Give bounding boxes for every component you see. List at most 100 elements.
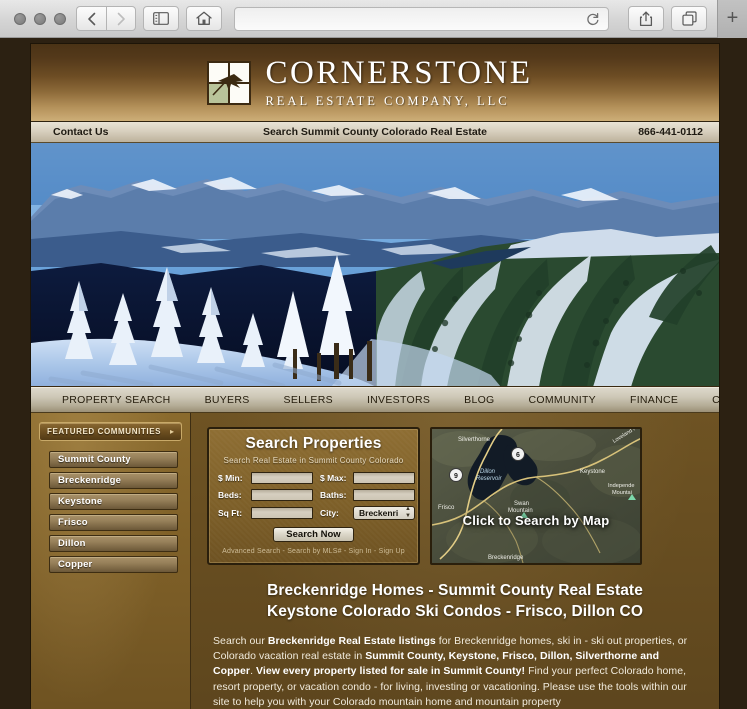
- hero-winter-mountain-photo: [31, 143, 719, 386]
- nav-item-finance[interactable]: FINANCE: [613, 394, 695, 406]
- map-label-keystone: Keystone: [580, 469, 606, 475]
- sidebar-toggle-button[interactable]: [143, 6, 179, 31]
- browser-viewport: CORNERSTONE REAL ESTATE COMPANY, LLC Con…: [0, 38, 747, 709]
- website-container: CORNERSTONE REAL ESTATE COMPANY, LLC Con…: [30, 43, 720, 709]
- top-panels: Search Properties Search Real Estate in …: [207, 427, 703, 565]
- forward-button[interactable]: [106, 6, 136, 31]
- back-chevron-icon: [86, 12, 98, 26]
- nav-item-investors[interactable]: INVESTORS: [350, 394, 447, 406]
- sidebar-item-label: Copper: [58, 559, 93, 570]
- price-min-input[interactable]: [251, 472, 313, 484]
- search-form: $ Min: $ Max: Beds: Baths: Sq Ft: City:: [218, 472, 415, 520]
- share-icon: [639, 11, 653, 27]
- satellite-map-image: 9 6 Silverthorne Dillon Reservoir Keysto…: [432, 429, 640, 563]
- page-body: FEATURED COMMUNITIES ▸ Summit County Bre…: [31, 413, 719, 709]
- navigation-button-group: [76, 6, 136, 31]
- search-by-map-panel[interactable]: 9 6 Silverthorne Dillon Reservoir Keysto…: [430, 427, 642, 565]
- home-button[interactable]: [186, 6, 222, 31]
- browser-toolbar: +: [0, 0, 747, 38]
- search-panel-title: Search Properties: [245, 435, 382, 452]
- page-title-line2: Keystone Colorado Ski Condos - Frisco, D…: [267, 602, 643, 620]
- sidebar-item-label: Dillon: [58, 538, 86, 549]
- search-now-label: Search Now: [286, 529, 341, 540]
- nav-item-buyers[interactable]: BUYERS: [188, 394, 267, 406]
- phone-number[interactable]: 866-441-0112: [638, 126, 703, 138]
- sidebar-item-keystone[interactable]: Keystone: [49, 493, 178, 510]
- map-label-independence: Independe: [608, 483, 634, 489]
- minimize-window-button[interactable]: [34, 12, 46, 25]
- sidebar-item-label: Breckenridge: [58, 475, 122, 486]
- logo-title: CORNERSTONE: [265, 55, 533, 92]
- map-label-swan: Swan: [514, 501, 529, 507]
- hero-image: [31, 143, 719, 387]
- svg-text:Reservoir: Reservoir: [476, 476, 503, 482]
- price-max-input[interactable]: [353, 472, 415, 484]
- search-panel-links-text: Advanced Search - Search by MLS# - Sign …: [222, 548, 405, 555]
- logo-subtitle: REAL ESTATE COMPANY, LLC: [265, 94, 510, 109]
- window-mountain-logo-icon: [207, 60, 252, 105]
- route-6-shield: 6: [516, 452, 520, 459]
- featured-communities-header[interactable]: FEATURED COMMUNITIES ▸: [39, 422, 182, 441]
- sidebar-item-breckenridge[interactable]: Breckenridge: [49, 472, 178, 489]
- city-select-value: Breckenri: [359, 508, 399, 518]
- window-traffic-lights[interactable]: [14, 12, 66, 25]
- featured-communities-label: FEATURED COMMUNITIES: [47, 427, 162, 436]
- chevron-updown-icon: ▲ ▼: [405, 506, 411, 519]
- search-panel-subtitle: Search Real Estate in Summit County Colo…: [223, 456, 404, 465]
- maximize-window-button[interactable]: [54, 12, 66, 25]
- plus-icon: +: [726, 7, 739, 29]
- address-bar[interactable]: [234, 6, 609, 31]
- baths-input[interactable]: [353, 489, 415, 501]
- back-button[interactable]: [76, 6, 106, 31]
- map-label-silverthorne: Silverthorne: [458, 437, 491, 443]
- forward-chevron-icon: [115, 12, 127, 26]
- sidebar-item-frisco[interactable]: Frisco: [49, 514, 178, 531]
- route-9-shield: 9: [454, 473, 458, 480]
- show-tabs-button[interactable]: [671, 6, 707, 31]
- search-properties-panel: Search Properties Search Real Estate in …: [207, 427, 420, 565]
- sidebar-item-label: Frisco: [58, 517, 88, 528]
- sidebar-item-dillon[interactable]: Dillon: [49, 535, 178, 552]
- sidebar-item-label: Summit County: [58, 454, 131, 465]
- city-select[interactable]: Breckenri ▲ ▼: [353, 506, 415, 520]
- main-content: Search Properties Search Real Estate in …: [191, 413, 719, 709]
- sidebar-item-label: Keystone: [58, 496, 103, 507]
- sqft-input[interactable]: [251, 507, 313, 519]
- baths-label: Baths:: [320, 490, 347, 500]
- map-label-frisco: Frisco: [438, 505, 455, 511]
- page-title-line1: Breckenridge Homes - Summit County Real …: [267, 582, 643, 599]
- site-logo[interactable]: CORNERSTONE REAL ESTATE COMPANY, LLC: [207, 57, 532, 108]
- sidebar-item-copper[interactable]: Copper: [49, 556, 178, 573]
- chevron-right-icon: ▸: [169, 427, 174, 436]
- map-label-breckenridge: Breckenridge: [488, 555, 524, 561]
- nav-item-property-search[interactable]: PROPERTY SEARCH: [45, 394, 188, 406]
- logo-wordmark: CORNERSTONE REAL ESTATE COMPANY, LLC: [265, 57, 532, 108]
- nav-item-blog[interactable]: BLOG: [447, 394, 511, 406]
- nav-item-community[interactable]: COMMUNITY: [512, 394, 613, 406]
- page-title: Breckenridge Homes - Summit County Real …: [213, 581, 697, 623]
- svg-text:Mountai: Mountai: [612, 490, 632, 496]
- sidebar-toggle-icon: [153, 12, 169, 25]
- reload-icon[interactable]: [586, 12, 600, 26]
- beds-input[interactable]: [251, 489, 313, 501]
- new-tab-button[interactable]: +: [717, 0, 747, 38]
- show-tabs-icon: [681, 11, 697, 26]
- svg-text:Dillon: Dillon: [480, 469, 496, 475]
- close-window-button[interactable]: [14, 12, 26, 25]
- article-section: Breckenridge Homes - Summit County Real …: [207, 581, 703, 709]
- price-max-label: $ Max:: [320, 473, 347, 483]
- intro-paragraph: Search our Breckenridge Real Estate list…: [213, 634, 688, 708]
- nav-item-company[interactable]: COMPANY: [695, 394, 719, 406]
- sidebar-item-summit-county[interactable]: Summit County: [49, 451, 178, 468]
- beds-label: Beds:: [218, 490, 242, 500]
- nav-item-sellers[interactable]: SELLERS: [267, 394, 350, 406]
- search-panel-links[interactable]: Advanced Search - Search by MLS# - Sign …: [218, 548, 409, 555]
- home-icon: [196, 11, 212, 26]
- site-masthead: CORNERSTONE REAL ESTATE COMPANY, LLC: [31, 44, 719, 122]
- sidebar: FEATURED COMMUNITIES ▸ Summit County Bre…: [31, 413, 194, 709]
- main-navigation: PROPERTY SEARCH BUYERS SELLERS INVESTORS…: [31, 387, 719, 413]
- contact-bar: Contact Us Search Summit County Colorado…: [31, 122, 719, 143]
- city-label: City:: [320, 508, 339, 518]
- share-button[interactable]: [628, 6, 664, 31]
- search-now-button[interactable]: Search Now: [273, 527, 354, 542]
